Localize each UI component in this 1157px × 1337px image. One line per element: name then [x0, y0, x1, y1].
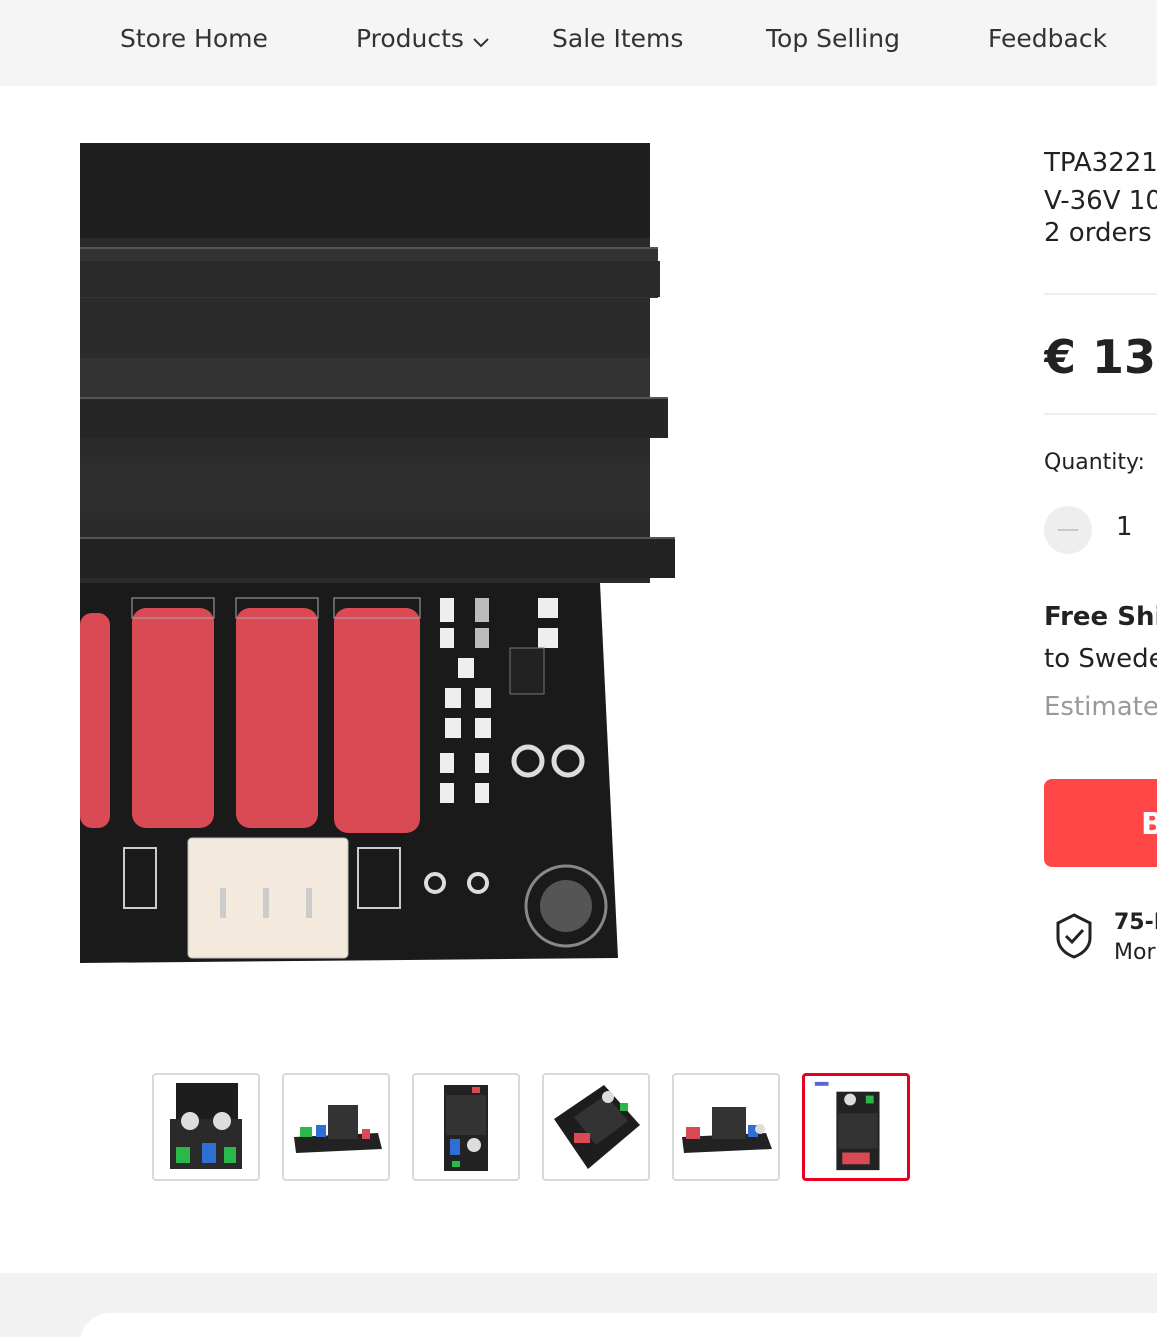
top-navigation: Store Home Products Sale Items Top Selli… [0, 0, 1157, 86]
product-title-line-1: TPA3221 [1044, 148, 1157, 178]
nav-store-home[interactable]: Store Home [120, 24, 268, 53]
minus-icon [1058, 529, 1078, 531]
guarantee-more-link[interactable]: Mor [1114, 940, 1156, 965]
thumbnail-4[interactable] [542, 1073, 650, 1181]
nav-feedback[interactable]: Feedback [988, 24, 1107, 53]
shipping-estimate: Estimate [1044, 692, 1157, 722]
quantity-label: Quantity: [1044, 450, 1145, 475]
thumbnail-6[interactable] [802, 1073, 910, 1181]
divider [1044, 293, 1157, 295]
shipping-destination[interactable]: to Swede [1044, 644, 1157, 674]
nav-top-selling[interactable]: Top Selling [766, 24, 900, 53]
guarantee-title: 75-D [1114, 910, 1157, 935]
nav-label: Feedback [988, 24, 1108, 53]
thumbnail-3[interactable] [412, 1073, 520, 1181]
nav-label: Store Home [120, 24, 268, 53]
nav-sale-items[interactable]: Sale Items [552, 24, 683, 53]
product-price: € 13, [1044, 330, 1157, 384]
main-product-image[interactable] [80, 143, 700, 1023]
chevron-down-icon [472, 26, 490, 55]
quantity-input[interactable]: 1 [1116, 512, 1133, 542]
nav-label: Top Selling [766, 24, 900, 53]
thumbnail-5[interactable] [672, 1073, 780, 1181]
orders-count: 2 orders [1044, 218, 1152, 248]
nav-label: Products [356, 24, 464, 53]
product-info-panel: TPA3221 V-36V 10 2 orders € 13, Quantity… [1044, 140, 1157, 1040]
buy-button-label: B [1141, 807, 1157, 842]
shield-check-icon [1054, 912, 1094, 965]
divider [1044, 413, 1157, 415]
thumbnail-1[interactable] [152, 1073, 260, 1181]
buy-now-button[interactable]: B [1044, 779, 1157, 867]
shipping-title: Free Shi [1044, 602, 1157, 632]
quantity-decrease-button[interactable] [1044, 506, 1092, 554]
product-title-line-2: V-36V 10 [1044, 186, 1157, 216]
nav-products[interactable]: Products [356, 24, 490, 55]
thumbnail-2[interactable] [282, 1073, 390, 1181]
nav-label: Sale Items [552, 24, 684, 53]
bottom-section-card [80, 1313, 1157, 1337]
